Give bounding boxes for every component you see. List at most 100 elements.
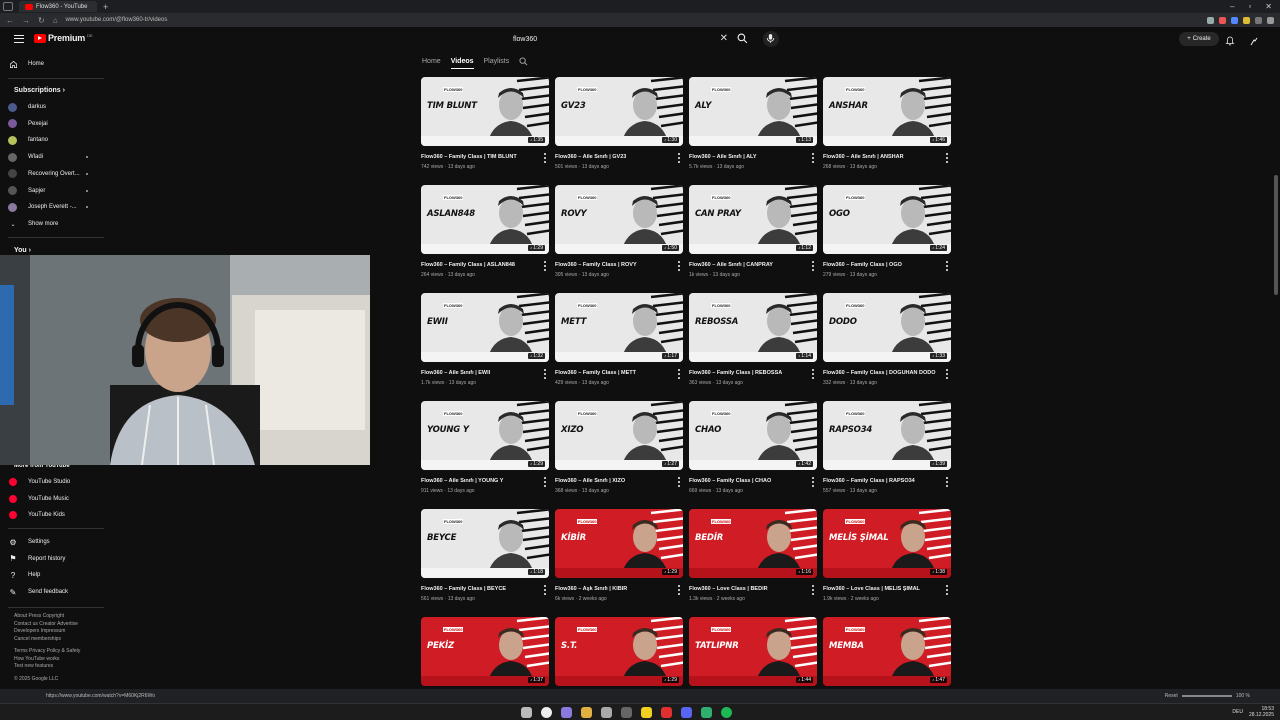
video-thumbnail[interactable]: FLOW360 REBOSSA 1:14	[689, 293, 817, 362]
sidebar-subscription[interactable]: Joseph Everett -...	[8, 200, 98, 214]
extension-icon[interactable]	[1255, 16, 1262, 24]
workspaces-icon[interactable]	[3, 2, 13, 11]
close-window-icon[interactable]: ✕	[1265, 2, 1272, 11]
app-icon[interactable]	[561, 707, 572, 718]
discord-icon[interactable]	[681, 707, 692, 718]
subscriptions-heading[interactable]: Subscriptions ›	[14, 87, 65, 94]
video-thumbnail[interactable]: FLOW360 BEYCE 1:18	[421, 509, 549, 578]
zoom-slider[interactable]	[1181, 695, 1232, 697]
more-options-icon[interactable]	[543, 585, 547, 595]
spotify-icon[interactable]	[721, 707, 732, 718]
video-thumbnail[interactable]: FLOW360 PEKİZ 1:37	[421, 617, 549, 686]
sidebar-settings-item[interactable]: ? Help	[8, 568, 98, 582]
video-thumbnail[interactable]: FLOW360 ASLAN848 1:29	[421, 185, 549, 254]
more-options-icon[interactable]	[677, 153, 681, 163]
sidebar-more-item[interactable]: YouTube Kids	[8, 508, 98, 522]
video-title[interactable]: Flow360 – Family Class | BEYCE	[421, 586, 539, 592]
new-tab-button[interactable]: +	[103, 2, 108, 12]
extension-icon[interactable]	[1243, 16, 1250, 24]
video-title[interactable]: Flow360 – Love Class | MELIS ŞİMAL	[823, 586, 941, 592]
video-thumbnail[interactable]: FLOW360 CHAO 1:42	[689, 401, 817, 470]
video-thumbnail[interactable]: FLOW360 TATLIPNR 1:44	[689, 617, 817, 686]
video-thumbnail[interactable]: FLOW360 XIZO 1:27	[555, 401, 683, 470]
more-options-icon[interactable]	[811, 153, 815, 163]
video-thumbnail[interactable]: FLOW360 METT 1:17	[555, 293, 683, 362]
video-thumbnail[interactable]: FLOW360 S.T. 1:29	[555, 617, 683, 686]
sidebar-settings-item[interactable]: ⚑ Report history	[8, 552, 98, 566]
video-title[interactable]: Flow360 – Aile Sınıfı | XIZO	[555, 478, 673, 484]
app-icon[interactable]	[701, 707, 712, 718]
more-options-icon[interactable]	[945, 477, 949, 487]
sidebar-settings-item[interactable]: ⚙ Settings	[8, 535, 98, 549]
more-options-icon[interactable]	[677, 369, 681, 379]
video-thumbnail[interactable]: FLOW360 MELİS ŞİMAL 1:38	[823, 509, 951, 578]
video-title[interactable]: Flow360 – Family Class | RAPSO34	[823, 478, 941, 484]
folder-icon[interactable]	[581, 707, 592, 718]
video-title[interactable]: Flow360 – Family Class | CHAO	[689, 478, 807, 484]
account-button[interactable]	[1249, 33, 1261, 46]
more-options-icon[interactable]	[811, 261, 815, 271]
menu-icon[interactable]	[14, 35, 24, 43]
more-options-icon[interactable]	[677, 261, 681, 271]
video-thumbnail[interactable]: FLOW360 CAN PRAY 1:12	[689, 185, 817, 254]
search-button[interactable]	[735, 31, 751, 47]
sidebar-subscription[interactable]: Wladi	[8, 150, 98, 164]
zoom-control[interactable]: Reset 100 %	[1165, 693, 1250, 699]
video-thumbnail[interactable]: FLOW360 MEMBA 1:47	[823, 617, 951, 686]
video-title[interactable]: Flow360 – Love Class | BEDIR	[689, 586, 807, 592]
voice-search-button[interactable]	[763, 31, 779, 47]
video-thumbnail[interactable]: FLOW360 YOUNG Y 1:29	[421, 401, 549, 470]
video-title[interactable]: Flow360 – Aile Sınıfı | GV23	[555, 154, 673, 160]
sidebar-item-home[interactable]: Home	[8, 57, 98, 71]
profile-icon[interactable]	[1267, 16, 1274, 24]
video-thumbnail[interactable]: FLOW360 EWII 1:32	[421, 293, 549, 362]
video-title[interactable]: Flow360 – Family Class | METT	[555, 370, 673, 376]
language-indicator[interactable]: DEU	[1232, 709, 1243, 715]
start-icon[interactable]	[521, 707, 532, 718]
more-options-icon[interactable]	[543, 477, 547, 487]
back-icon[interactable]: ←	[6, 16, 14, 25]
sidebar-subscription[interactable]: Sapjer	[8, 184, 98, 198]
search-app-icon[interactable]	[541, 707, 552, 718]
video-title[interactable]: Flow360 – Family Class | OGO	[823, 262, 941, 268]
browser-app-icon[interactable]	[661, 707, 672, 718]
more-options-icon[interactable]	[543, 369, 547, 379]
search-input[interactable]: flow360	[513, 36, 537, 43]
video-thumbnail[interactable]: FLOW360 GV23 1:30	[555, 77, 683, 146]
video-title[interactable]: Flow360 – Aile Sınıfı | YOUNG Y	[421, 478, 539, 484]
video-thumbnail[interactable]: FLOW360 RAPSO34 1:39	[823, 401, 951, 470]
more-options-icon[interactable]	[677, 585, 681, 595]
video-title[interactable]: Flow360 – Aile Sınıfı | CANPRAY	[689, 262, 807, 268]
you-heading[interactable]: You ›	[14, 247, 31, 254]
more-options-icon[interactable]	[945, 261, 949, 271]
extension-icon[interactable]	[1219, 16, 1226, 24]
search-box[interactable]: flow360 ✕	[507, 31, 734, 47]
more-options-icon[interactable]	[811, 477, 815, 487]
clear-search-icon[interactable]: ✕	[720, 33, 728, 44]
more-options-icon[interactable]	[543, 153, 547, 163]
video-title[interactable]: Flow360 – Aşk Sınıfı | KİBİR	[555, 586, 673, 592]
sidebar-more-item[interactable]: YouTube Studio	[8, 475, 98, 489]
video-title[interactable]: Flow360 – Aile Sınıfı | ANSHAR	[823, 154, 941, 160]
more-options-icon[interactable]	[945, 585, 949, 595]
notifications-button[interactable]	[1225, 33, 1237, 46]
video-title[interactable]: Flow360 – Aile Sınıfı | ALY	[689, 154, 807, 160]
video-thumbnail[interactable]: FLOW360 BEDİR 1:16	[689, 509, 817, 578]
more-options-icon[interactable]	[811, 585, 815, 595]
sidebar-subscription[interactable]: Pexejai	[8, 117, 98, 131]
show-more-button[interactable]: ⌄ Show more	[8, 217, 98, 231]
clock[interactable]: 18:53 28.12.2025	[1249, 706, 1274, 718]
video-title[interactable]: Flow360 – Aile Sınıfı | EWII	[421, 370, 539, 376]
more-options-icon[interactable]	[945, 153, 949, 163]
sidebar-settings-item[interactable]: ✎ Send feedback	[8, 585, 98, 599]
more-options-icon[interactable]	[945, 369, 949, 379]
create-button[interactable]: + Create	[1179, 32, 1219, 46]
video-thumbnail[interactable]: FLOW360 KİBİR 1:29	[555, 509, 683, 578]
more-options-icon[interactable]	[543, 261, 547, 271]
reload-icon[interactable]: ↻	[38, 16, 45, 25]
tab-videos[interactable]: Videos	[450, 58, 474, 69]
video-thumbnail[interactable]: FLOW360 DODO 1:33	[823, 293, 951, 362]
video-thumbnail[interactable]: FLOW360 TIM BLUNT 1:35	[421, 77, 549, 146]
more-options-icon[interactable]	[811, 369, 815, 379]
sidebar-more-item[interactable]: YouTube Music	[8, 492, 98, 506]
